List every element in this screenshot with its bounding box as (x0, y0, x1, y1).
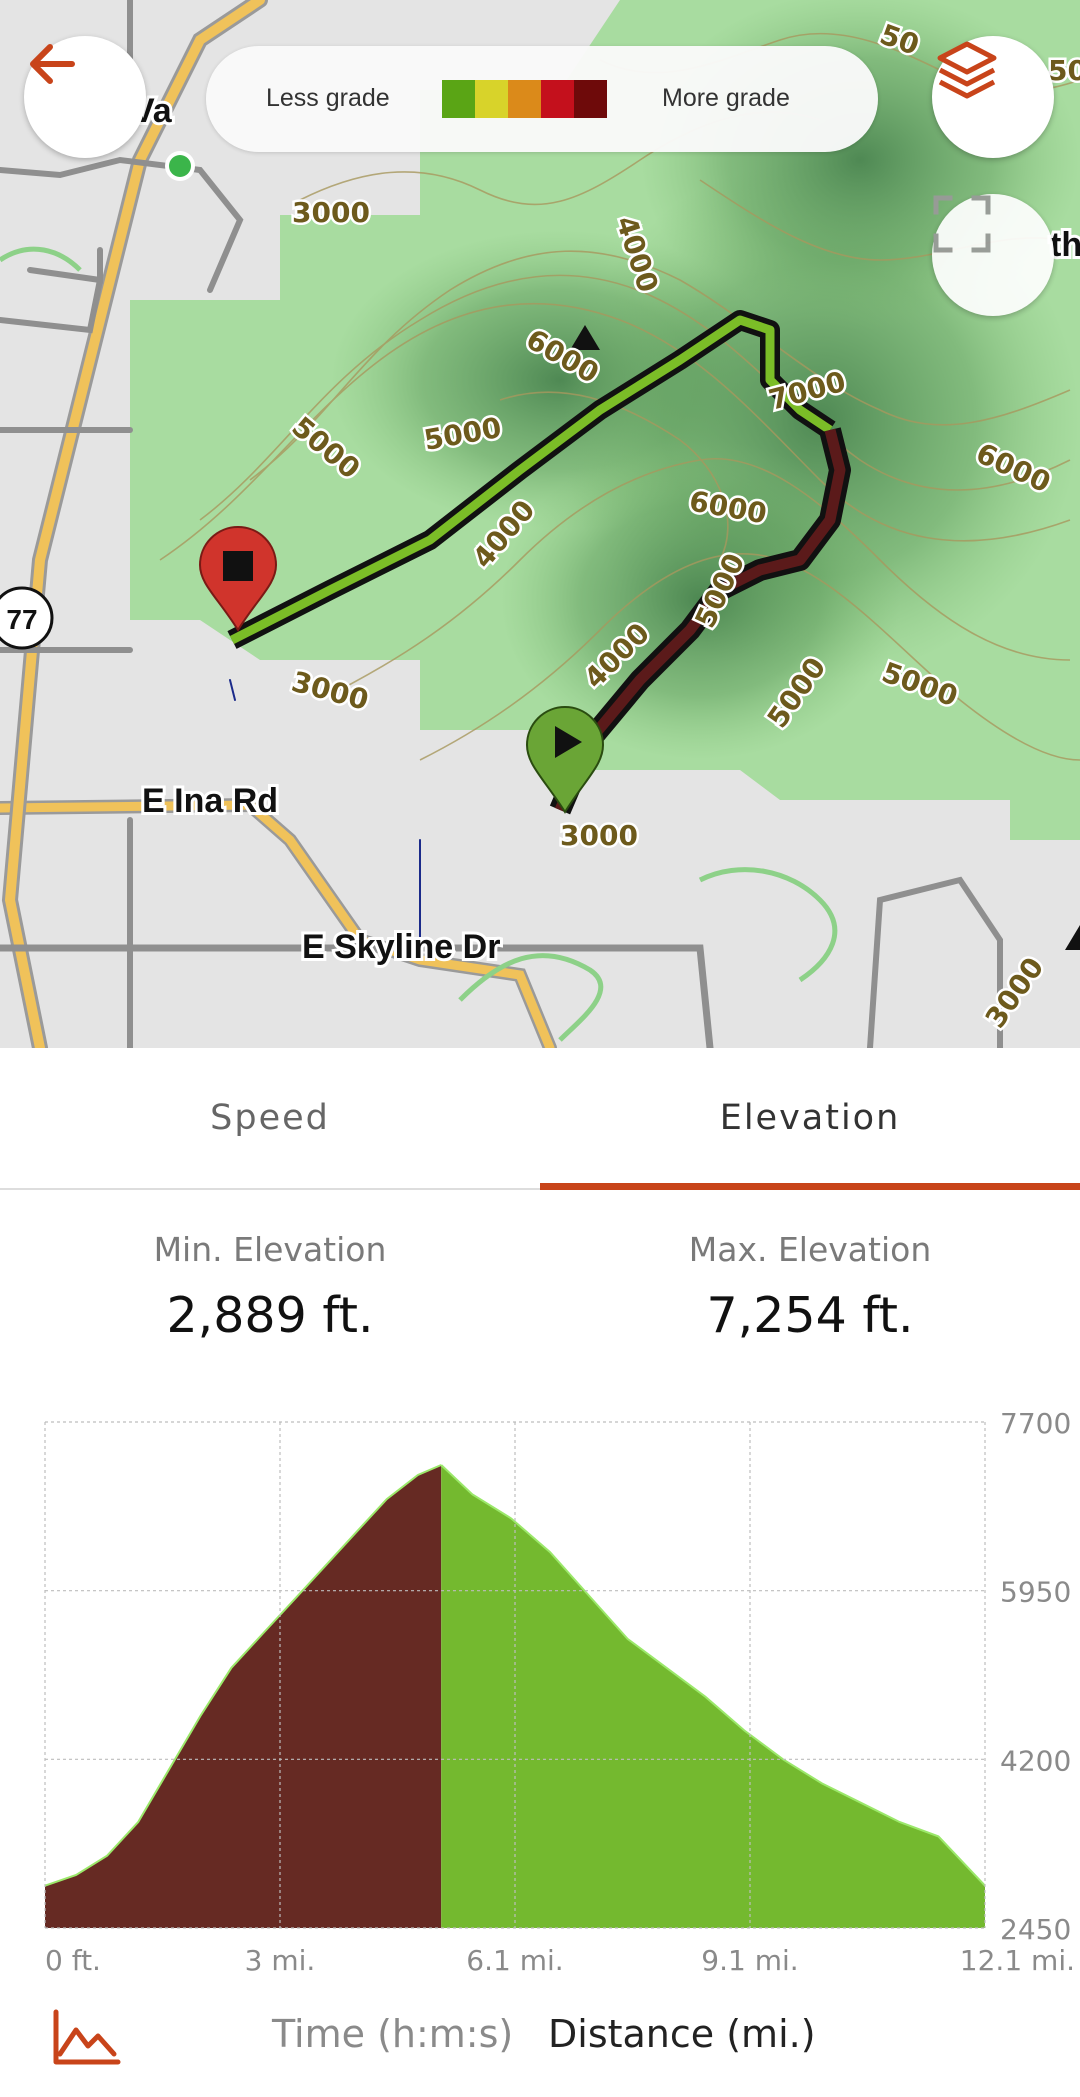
contour-label: 50 (1048, 54, 1080, 87)
elevation-area-descent (441, 1465, 985, 1928)
trail-map[interactable]: 3000 4000 5000 5000 6000 7000 6000 4000 … (0, 0, 1080, 1048)
fullscreen-button[interactable] (932, 194, 1054, 316)
min-elevation-label: Min. Elevation (153, 1230, 387, 1269)
grade-swatch (442, 80, 475, 118)
fullscreen-icon (933, 195, 991, 253)
time-axis-toggle[interactable]: Time (h:m:s) (272, 2012, 513, 2056)
highway-shield-number: 77 (6, 604, 37, 635)
max-elevation-stat: Max. Elevation 7,254 ft. (540, 1230, 1080, 1344)
elevation-chart-svg: 7700 5950 4200 2450 0 ft. 3 mi. 6.1 mi. 9.1 mi.… (44, 1407, 1075, 1977)
x-tick-label: 9.1 mi. (701, 1944, 798, 1977)
min-elevation-value: 2,889 ft. (166, 1287, 374, 1344)
tab-elevation[interactable]: Elevation (540, 1048, 1080, 1188)
contour-label: 3000 (292, 196, 370, 229)
area-chart-icon[interactable] (52, 2008, 122, 2068)
legend-more-label: More grade (662, 84, 790, 112)
road-label-ina: E Ina Rd (142, 782, 278, 820)
legend-less-label: Less grade (266, 84, 390, 112)
trailhead-dot (169, 155, 191, 177)
elevation-chart[interactable]: 7700 5950 4200 2450 0 ft. 3 mi. 6.1 mi. 9.1 mi.… (0, 1390, 1080, 1980)
layers-icon (937, 41, 997, 99)
grade-swatch (574, 80, 607, 118)
x-tick-label: 12.1 mi. (960, 1944, 1075, 1977)
contour-label: 3000 (560, 819, 638, 852)
road-label-partial: th (1050, 226, 1080, 264)
tab-speed[interactable]: Speed (0, 1048, 540, 1188)
map-canvas: 3000 4000 5000 5000 6000 7000 6000 4000 … (0, 0, 1080, 1048)
arrow-left-icon (30, 44, 75, 84)
active-tab-indicator (540, 1183, 1080, 1190)
back-button[interactable] (24, 36, 146, 158)
grade-legend: Less grade More grade (206, 46, 878, 152)
x-tick-label: 0 ft. (45, 1944, 101, 1977)
distance-axis-toggle[interactable]: Distance (mi.) (548, 2012, 816, 2056)
max-elevation-label: Max. Elevation (688, 1230, 932, 1269)
y-tick-label: 5950 (1000, 1576, 1071, 1609)
grade-swatch (508, 80, 541, 118)
grade-swatch (475, 80, 508, 118)
x-tick-label: 6.1 mi. (466, 1944, 563, 1977)
x-tick-label: 3 mi. (245, 1944, 316, 1977)
y-tick-label: 2450 (1000, 1913, 1071, 1946)
max-elevation-value: 7,254 ft. (706, 1287, 914, 1344)
axis-toggle-bar: Time (h:m:s) Distance (mi.) (0, 1990, 1080, 2097)
chart-tabs: Speed Elevation (0, 1048, 1080, 1190)
map-layers-button[interactable] (932, 36, 1054, 158)
grade-color-scale (442, 80, 607, 118)
road-label-skyline: E Skyline Dr (302, 928, 500, 966)
y-tick-label: 4200 (1000, 1744, 1071, 1777)
highway-shield: 77 (0, 586, 54, 650)
elevation-area-ascent (45, 1465, 442, 1928)
min-elevation-stat: Min. Elevation 2,889 ft. (0, 1230, 540, 1344)
y-tick-label: 7700 (1000, 1407, 1071, 1440)
grade-swatch (541, 80, 574, 118)
